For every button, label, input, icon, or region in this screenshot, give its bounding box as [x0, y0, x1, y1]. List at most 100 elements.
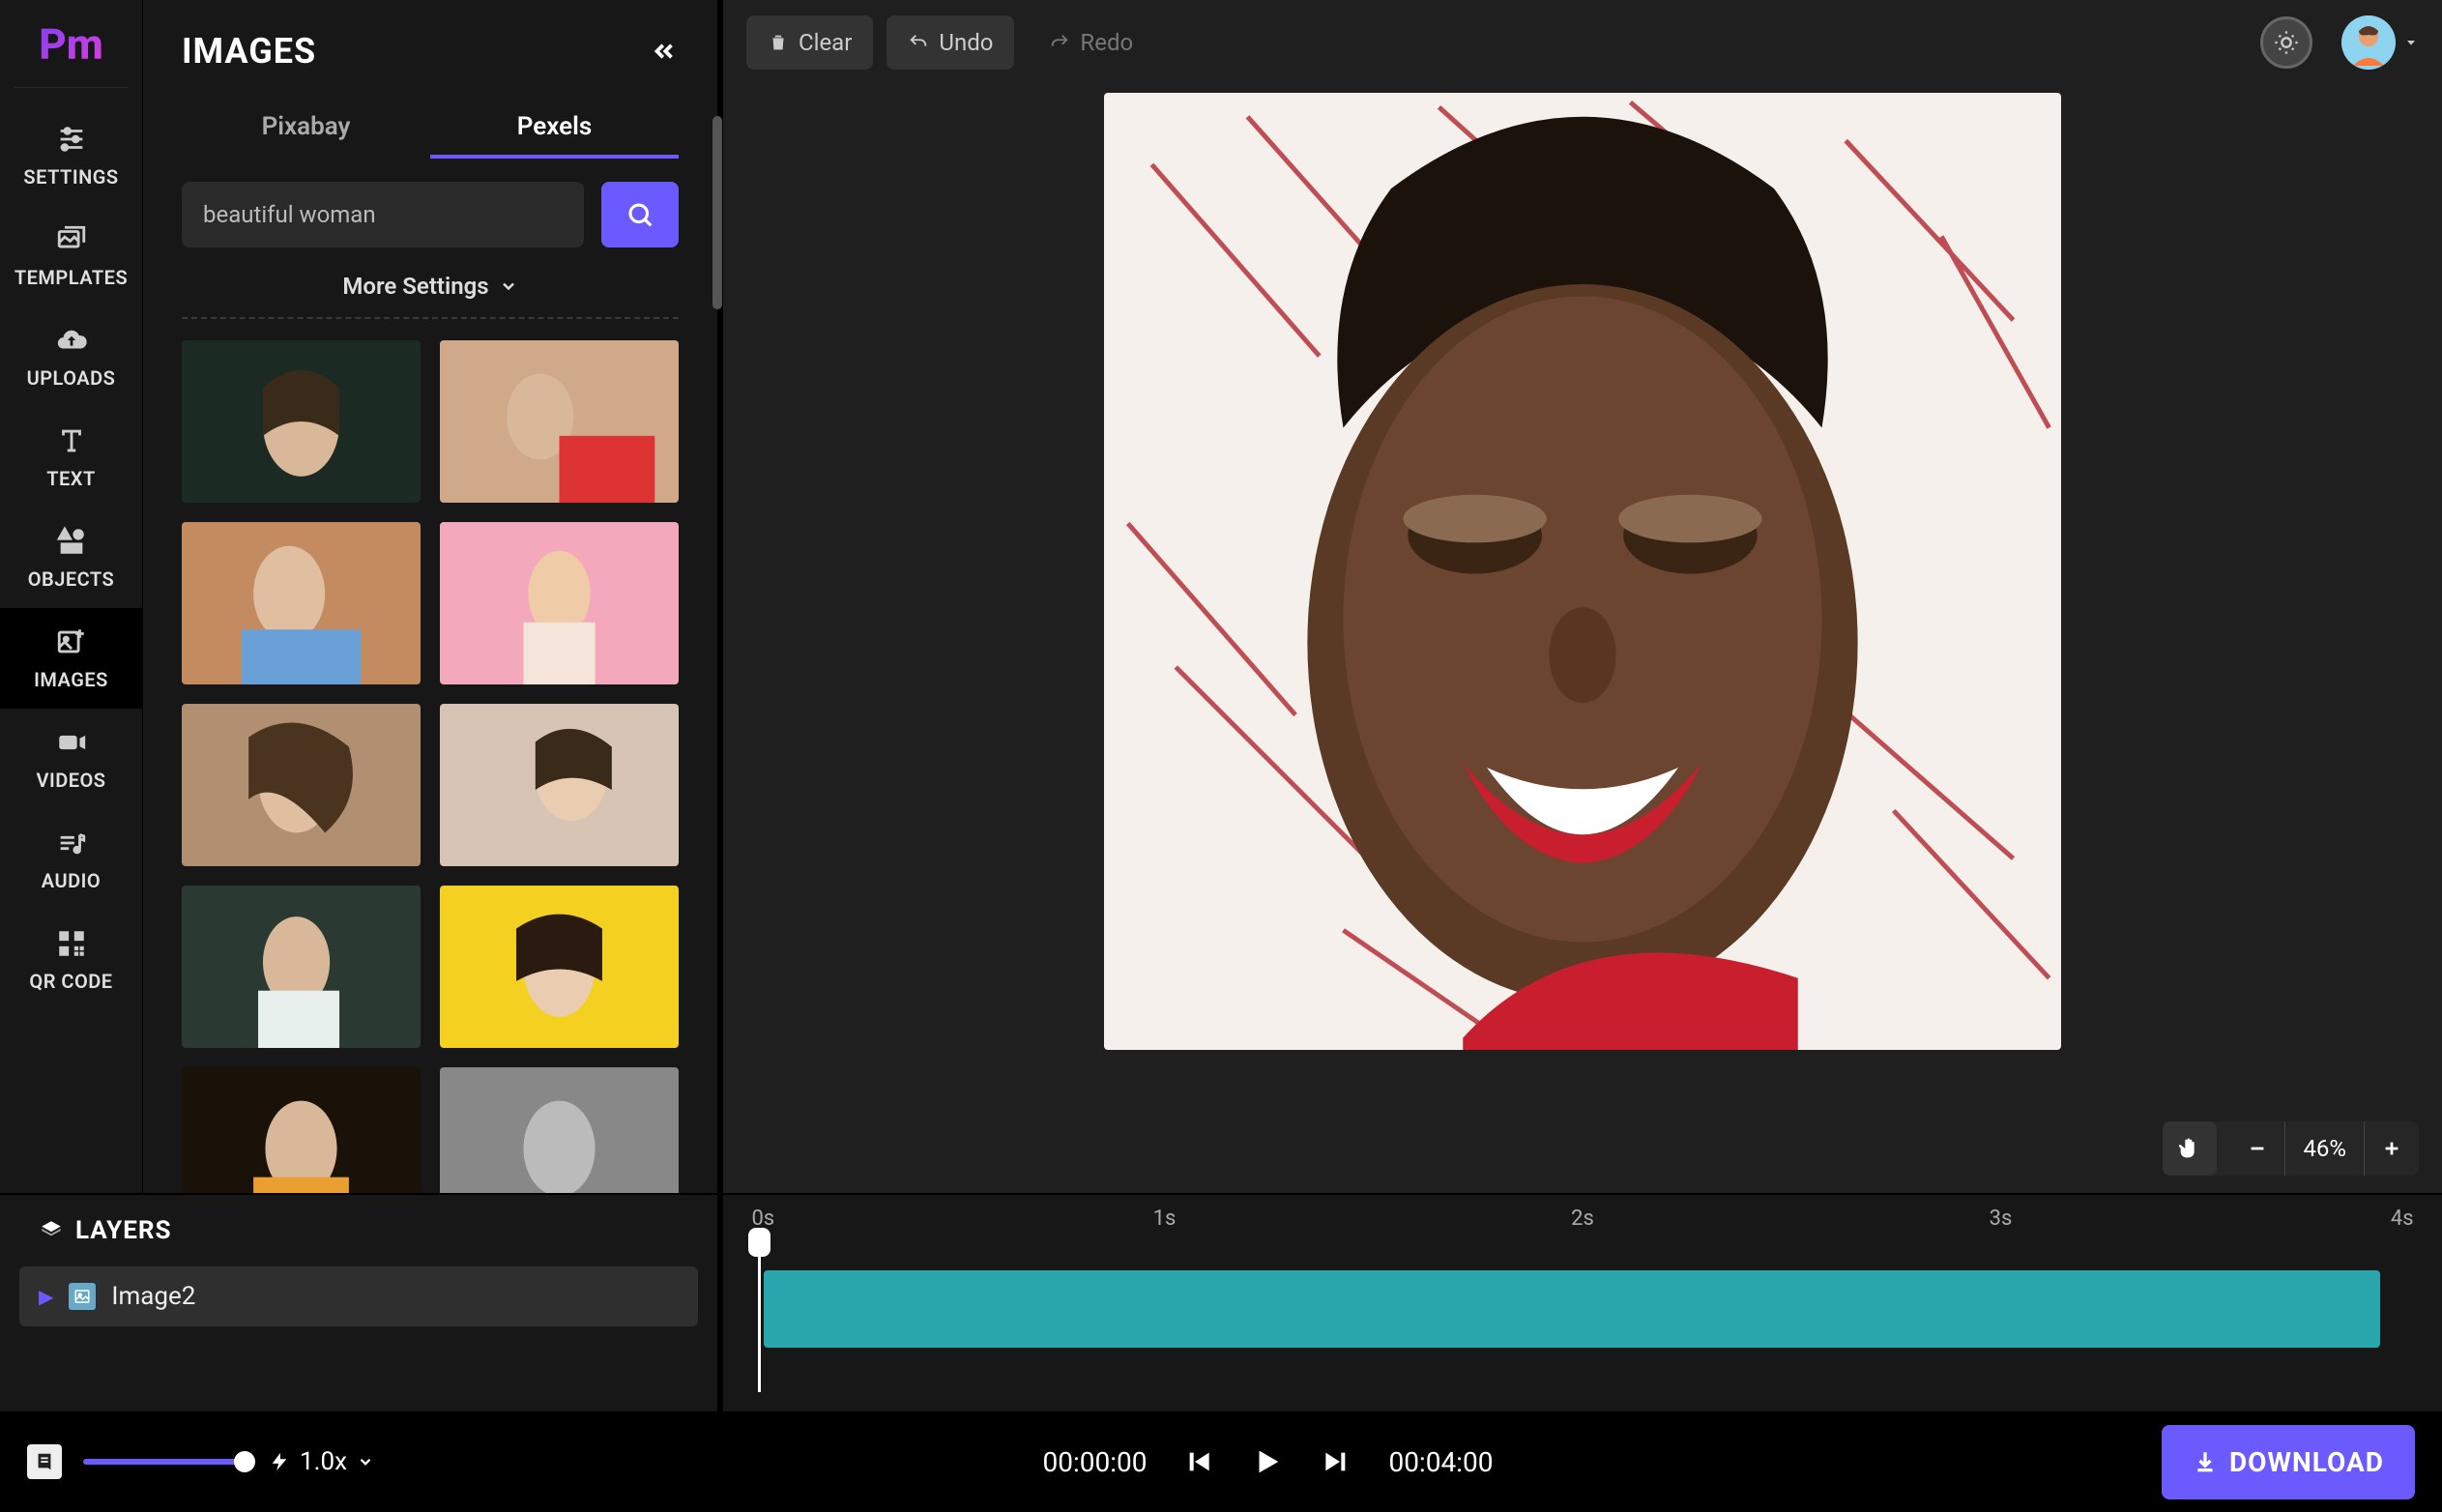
image-result[interactable]: [440, 886, 679, 1048]
canvas-viewport[interactable]: 46%: [723, 85, 2442, 1193]
skip-next-icon: [1321, 1446, 1352, 1477]
speed-value: 1.0x: [300, 1447, 347, 1476]
music-icon: [55, 827, 88, 859]
nav-label: VIDEOS: [36, 769, 105, 792]
nav-item-uploads[interactable]: UPLOADS: [0, 306, 142, 407]
nav-divider: [15, 87, 129, 88]
chevron-double-left-icon: [650, 37, 679, 66]
timeline-clip[interactable]: [764, 1270, 2380, 1348]
redo-icon: [1049, 32, 1070, 53]
zoom-value[interactable]: 46%: [2284, 1121, 2365, 1176]
canvas-image[interactable]: [1104, 93, 2061, 1050]
bottom-bar: 1.0x 00:00:00 00:04:00 DOWNLOAD: [0, 1411, 2442, 1512]
caret-down-icon: [2403, 35, 2419, 50]
speed-slider[interactable]: [83, 1459, 247, 1465]
image-stack-icon: [55, 223, 88, 256]
image-results-scroll[interactable]: [143, 319, 717, 1193]
nav-label: TEXT: [46, 467, 96, 490]
app-logo: Pm: [29, 19, 113, 70]
skip-end-button[interactable]: [1321, 1446, 1352, 1477]
pan-tool-button[interactable]: [2163, 1121, 2217, 1176]
panel-title: IMAGES: [182, 31, 316, 72]
time-tick: 3s: [1990, 1207, 2013, 1231]
layer-item[interactable]: ▶ Image2: [19, 1266, 698, 1326]
image-icon: [69, 1283, 96, 1310]
download-label: DOWNLOAD: [2229, 1446, 2384, 1478]
nav-item-videos[interactable]: VIDEOS: [0, 709, 142, 809]
nav-label: SETTINGS: [23, 165, 118, 189]
nav-label: TEMPLATES: [15, 266, 128, 289]
nav-label: UPLOADS: [27, 366, 116, 390]
timeline-tracks[interactable]: [746, 1265, 2419, 1411]
nav-item-objects[interactable]: OBJECTS: [0, 508, 142, 608]
layer-name: Image2: [111, 1282, 195, 1311]
trash-icon: [768, 32, 789, 53]
image-result[interactable]: [182, 522, 421, 684]
panel-scrollbar[interactable]: [712, 116, 722, 309]
video-icon: [55, 726, 88, 759]
zoom-out-button[interactable]: [2230, 1121, 2284, 1176]
playhead[interactable]: [758, 1237, 761, 1392]
image-result[interactable]: [182, 704, 421, 866]
play-button[interactable]: [1251, 1445, 1284, 1478]
undo-icon: [908, 32, 929, 53]
nav-item-audio[interactable]: AUDIO: [0, 809, 142, 910]
time-ruler: 0s 1s 2s 3s 4s: [746, 1207, 2419, 1245]
image-result[interactable]: [440, 340, 679, 503]
layers-icon: [39, 1218, 64, 1243]
download-button[interactable]: DOWNLOAD: [2162, 1425, 2415, 1499]
nav-label: OBJECTS: [28, 567, 115, 591]
speed-selector[interactable]: 1.0x: [269, 1447, 374, 1476]
redo-label: Redo: [1080, 29, 1133, 56]
hand-icon: [2176, 1135, 2203, 1162]
nav-item-qrcode[interactable]: QR CODE: [0, 910, 142, 1010]
image-result[interactable]: [440, 704, 679, 866]
more-settings-toggle[interactable]: More Settings: [143, 247, 717, 317]
image-result[interactable]: [440, 1067, 679, 1193]
tab-pixabay[interactable]: Pixabay: [182, 95, 430, 159]
user-menu[interactable]: [2341, 15, 2419, 70]
time-tick: 1s: [1153, 1207, 1177, 1231]
nav-item-templates[interactable]: TEMPLATES: [0, 206, 142, 306]
zoom-in-button[interactable]: [2365, 1121, 2419, 1176]
nav-item-images[interactable]: IMAGES: [0, 608, 142, 709]
tab-pexels[interactable]: Pexels: [430, 95, 679, 159]
search-icon: [625, 200, 654, 229]
image-source-tabs: Pixabay Pexels: [143, 95, 717, 159]
layers-header: LAYERS: [0, 1195, 717, 1266]
image-result[interactable]: [440, 522, 679, 684]
image-search-input[interactable]: [182, 182, 584, 247]
image-result[interactable]: [182, 340, 421, 503]
image-result[interactable]: [182, 1067, 421, 1193]
image-result[interactable]: [182, 886, 421, 1048]
theme-toggle[interactable]: [2260, 16, 2312, 69]
zoom-controls: 46%: [2163, 1121, 2419, 1176]
play-icon: [1251, 1445, 1284, 1478]
chevron-down-icon: [357, 1453, 374, 1470]
more-settings-label: More Settings: [342, 273, 488, 300]
redo-button[interactable]: Redo: [1028, 15, 1154, 70]
skip-previous-icon: [1183, 1446, 1214, 1477]
nav-item-settings[interactable]: SETTINGS: [0, 105, 142, 206]
timeline[interactable]: 0s 1s 2s 3s 4s: [723, 1195, 2442, 1411]
undo-button[interactable]: Undo: [887, 15, 1014, 70]
sliders-icon: [55, 123, 88, 156]
plus-icon: [2381, 1138, 2402, 1159]
skip-start-button[interactable]: [1183, 1446, 1214, 1477]
cloud-upload-icon: [55, 324, 88, 357]
layer-expand-arrow[interactable]: ▶: [39, 1285, 53, 1308]
time-tick: 2s: [1571, 1207, 1594, 1231]
collapse-panel-button[interactable]: [650, 37, 679, 66]
qrcode-icon: [55, 927, 88, 960]
layers-panel: LAYERS ▶ Image2: [0, 1195, 723, 1411]
clear-button[interactable]: Clear: [746, 15, 873, 70]
nav-item-text[interactable]: TEXT: [0, 407, 142, 508]
text-icon: [55, 424, 88, 457]
notes-button[interactable]: [27, 1444, 62, 1479]
nav-label: QR CODE: [29, 970, 112, 993]
total-time: 00:04:00: [1388, 1446, 1493, 1478]
download-icon: [2193, 1449, 2218, 1474]
image-search-button[interactable]: [601, 182, 679, 247]
time-tick: 4s: [2391, 1207, 2414, 1231]
current-time: 00:00:00: [1042, 1446, 1147, 1478]
